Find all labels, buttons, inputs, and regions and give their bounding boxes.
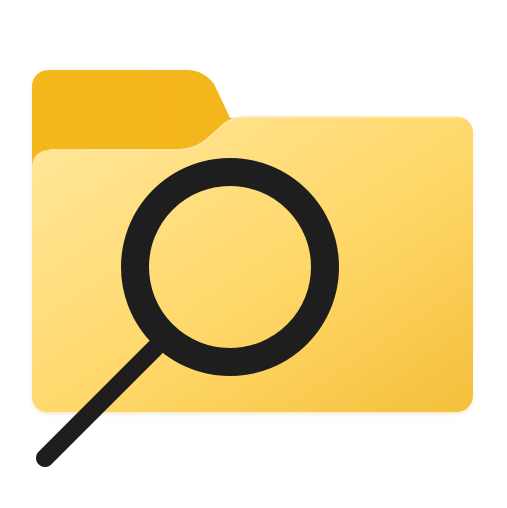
icon-canvas xyxy=(0,0,507,508)
folder-search-icon xyxy=(32,70,473,467)
